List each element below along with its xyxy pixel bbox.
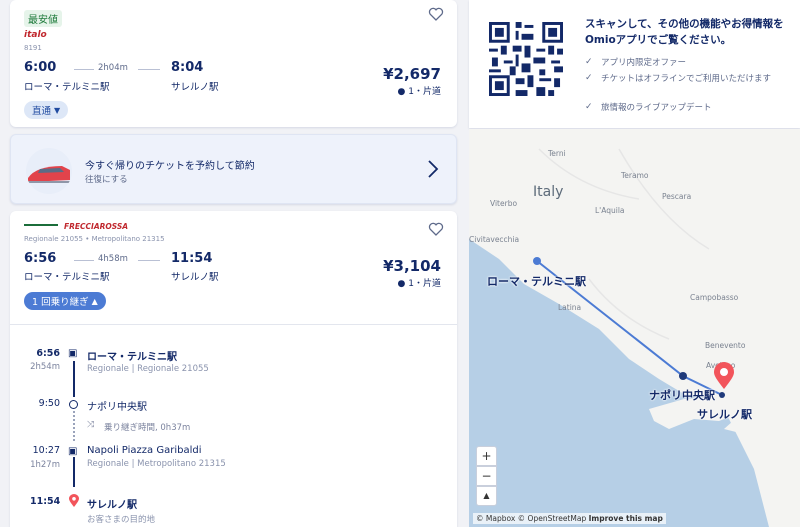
- timeline-line: [73, 361, 75, 397]
- stops-pill[interactable]: 直通 ▼: [24, 101, 69, 119]
- check-icon: ✓: [585, 73, 593, 83]
- timeline-duration: 2h54m: [30, 362, 60, 372]
- frecciarossa-logo: FRECCIAROSSA: [64, 222, 129, 231]
- chevron-down-icon: ▼: [54, 105, 61, 115]
- compass-button[interactable]: ▲: [476, 486, 497, 506]
- heart-icon[interactable]: [428, 221, 444, 237]
- compass-icon: ▲: [483, 491, 490, 500]
- map-station-label: ローマ・テルミニ駅: [487, 275, 586, 288]
- timeline-station: Napoli Piazza Garibaldi: [87, 445, 202, 456]
- train-info: Regionale 21055 • Metropolitano 21315: [24, 235, 165, 243]
- app-promo-panel: スキャンして、その他の機能やお得情報をOmioアプリでご覧ください。 ✓ アプリ…: [469, 0, 800, 128]
- price: ¥3,104: [383, 257, 441, 275]
- train-icon: ▣: [68, 348, 78, 359]
- train-number: 8191: [24, 44, 42, 52]
- feature-item: アプリ内限定オファー: [601, 58, 687, 68]
- arrival-time: 11:54: [171, 251, 213, 266]
- passenger-text: 1・片道: [408, 279, 441, 289]
- trip-duration: 4h58m: [98, 254, 128, 264]
- trip-duration: 2h04m: [98, 63, 128, 73]
- timeline-service: Regionale | Metropolitano 21315: [87, 459, 226, 469]
- map-station-label: ナポリ中央駅: [649, 389, 715, 402]
- timeline-duration: 1h27m: [30, 460, 60, 470]
- map-attribution: © Mapbox © OpenStreetMap Improve this ma…: [473, 513, 666, 524]
- departure-time: 6:00: [24, 60, 57, 75]
- person-icon: ●: [397, 87, 406, 97]
- destination-pin-icon: [69, 494, 79, 507]
- check-icon: ✓: [585, 102, 593, 112]
- arrival-time: 8:04: [171, 60, 204, 75]
- timeline-time: 6:56: [36, 348, 60, 359]
- stops-label: 直通: [32, 106, 52, 117]
- promo-title: 今すぐ帰りのチケットを予約して節約: [85, 161, 255, 172]
- person-icon: ●: [397, 279, 406, 289]
- departure-station: ローマ・テルミニ駅: [24, 82, 110, 93]
- passenger-info: ● 1・片道: [398, 276, 441, 289]
- promo-subtitle: 往復にする: [85, 175, 128, 185]
- train-icon: ▣: [68, 446, 78, 457]
- chevron-up-icon: ▲: [91, 296, 98, 306]
- return-promo-card[interactable]: 今すぐ帰りのチケットを予約して節約 往復にする: [10, 134, 457, 204]
- arrival-station: サレルノ駅: [171, 82, 219, 93]
- result-card-1[interactable]: 最安値 italo 8191 6:00 2h04m 8:04 ローマ・テルミニ駅…: [10, 0, 457, 127]
- departure-time: 6:56: [24, 251, 57, 266]
- arrival-station: サレルノ駅: [171, 272, 219, 283]
- timeline-station: ローマ・テルミニ駅: [87, 352, 177, 363]
- destination-pin-icon[interactable]: [713, 362, 735, 390]
- route-map[interactable]: Terni Teramo Italy Viterbo L'Aquila Pesc…: [469, 129, 800, 527]
- transfer-icon: ⤨: [87, 420, 95, 430]
- divider: [138, 69, 160, 70]
- price: ¥2,697: [383, 65, 441, 83]
- feature-item: チケットはオフラインでご利用いただけます: [601, 74, 772, 84]
- divider: [74, 260, 94, 261]
- zoom-in-button[interactable]: +: [476, 446, 497, 466]
- station-dot: [69, 400, 78, 409]
- carrier-logo: italo: [24, 30, 47, 40]
- timeline-service: Regionale | Regionale 21055: [87, 364, 209, 374]
- train-thumbnail: [26, 148, 72, 194]
- passenger-info: ● 1・片道: [398, 84, 441, 97]
- cheapest-badge: 最安値: [24, 10, 62, 27]
- destination-note: お客さまの目的地: [87, 515, 156, 525]
- chevron-right-icon[interactable]: [427, 159, 439, 179]
- departure-station: ローマ・テルミニ駅: [24, 272, 110, 283]
- timeline-line: [73, 457, 75, 487]
- map-station-label: サレルノ駅: [697, 408, 752, 421]
- timeline-time: 10:27: [32, 445, 60, 456]
- transfer-label: 1 回乗り継ぎ: [32, 297, 89, 308]
- zoom-out-button[interactable]: −: [476, 466, 497, 486]
- trenitalia-logo: [24, 224, 58, 230]
- passenger-text: 1・片道: [408, 87, 441, 97]
- feature-item: 旅情報のライブアップデート: [601, 103, 712, 113]
- improve-map-link[interactable]: Improve this map: [589, 514, 663, 523]
- timeline-station: ナポリ中央駅: [87, 402, 147, 413]
- attribution-mapbox[interactable]: © Mapbox: [476, 514, 515, 523]
- app-promo-text: スキャンして、その他の機能やお得情報をOmioアプリでご覧ください。: [585, 18, 784, 46]
- qr-code-icon[interactable]: [489, 22, 563, 96]
- check-icon: ✓: [585, 57, 593, 67]
- transfer-time: 乗り継ぎ時間, 0h37m: [104, 423, 191, 433]
- result-card-2[interactable]: FRECCIAROSSA Regionale 21055 • Metropoli…: [10, 211, 457, 527]
- heart-icon[interactable]: [428, 6, 444, 22]
- timeline-station: サレルノ駅: [87, 500, 137, 511]
- timeline-line-dashed: [73, 411, 75, 441]
- section-divider: [10, 324, 457, 325]
- transfer-pill[interactable]: 1 回乗り継ぎ ▲: [24, 292, 106, 310]
- attribution-osm[interactable]: © OpenStreetMap: [518, 514, 587, 523]
- timeline-time: 11:54: [30, 496, 61, 507]
- route-line: [533, 257, 725, 398]
- divider: [138, 260, 160, 261]
- timeline-time: 9:50: [38, 398, 60, 409]
- divider: [74, 69, 94, 70]
